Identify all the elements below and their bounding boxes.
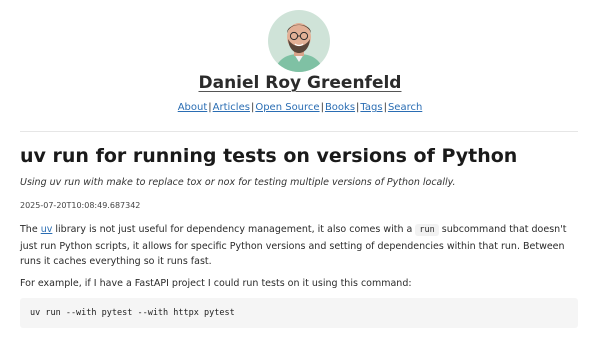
avatar[interactable] <box>268 10 330 72</box>
paragraph-intro: The uv library is not just useful for de… <box>20 222 580 270</box>
post-title: uv run for running tests on versions of … <box>20 145 518 167</box>
inline-code-run: run <box>415 224 439 236</box>
nav-link-tags[interactable]: Tags <box>360 102 382 113</box>
uv-link[interactable]: uv <box>41 224 53 235</box>
nav-link-open-source[interactable]: Open Source <box>255 102 319 113</box>
paragraph-text: library is not just useful for dependenc… <box>52 224 416 235</box>
nav-link-about[interactable]: About <box>178 102 208 113</box>
author-photo <box>268 10 330 72</box>
paragraph-example: For example, if I have a FastAPI project… <box>20 278 412 289</box>
nav-link-books[interactable]: Books <box>325 102 355 113</box>
post-timestamp: 2025-07-20T10:08:49.687342 <box>20 201 141 210</box>
nav-link-search[interactable]: Search <box>388 102 422 113</box>
post-subtitle: Using uv run with make to replace tox or… <box>20 177 456 188</box>
paragraph-text: The <box>20 224 41 235</box>
nav-link-articles[interactable]: Articles <box>213 102 250 113</box>
site-title[interactable]: Daniel Roy Greenfeld <box>0 72 600 94</box>
code-block[interactable]: uv run --with pytest --with httpx pytest <box>20 298 578 328</box>
header-divider <box>20 131 578 132</box>
main-nav: About|Articles|Open Source|Books|Tags|Se… <box>0 101 600 115</box>
